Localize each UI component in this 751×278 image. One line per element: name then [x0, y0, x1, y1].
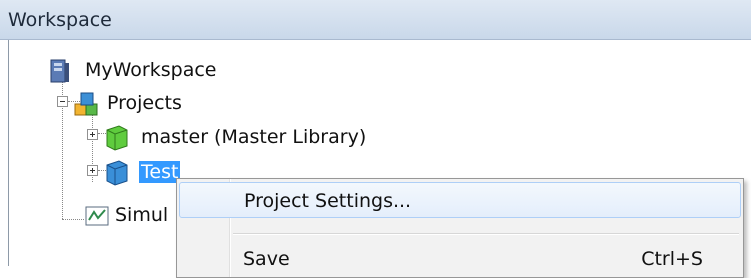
context-menu[interactable]: Project Settings... Save Ctrl+S — [176, 178, 744, 278]
menu-item-save[interactable]: Save Ctrl+S — [179, 241, 741, 277]
menu-item-project-settings[interactable]: Project Settings... — [179, 182, 741, 218]
tree-node-projects[interactable]: Projects — [53, 88, 253, 118]
tree-node-label: master (Master Library) — [141, 126, 367, 148]
collapse-toggle[interactable] — [57, 96, 68, 107]
tree-node-myworkspace[interactable]: MyWorkspace — [47, 55, 287, 85]
menu-item-label: Save — [243, 248, 290, 270]
panel-title: Workspace — [8, 9, 112, 31]
menu-separator — [233, 233, 739, 235]
tree-node-label: Projects — [107, 92, 182, 114]
workspace-panel-header: Workspace — [0, 0, 751, 40]
project-icon — [103, 159, 131, 187]
projects-icon — [73, 90, 101, 118]
menu-item-label: Project Settings... — [244, 190, 412, 212]
menu-item-shortcut: Ctrl+S — [641, 248, 703, 270]
simulation-icon — [83, 202, 111, 230]
tree-node-label: MyWorkspace — [85, 59, 217, 81]
workspace-icon — [47, 57, 75, 85]
tree-node-label: Test — [139, 161, 181, 183]
expand-toggle[interactable] — [87, 165, 98, 176]
tree-connector — [62, 219, 84, 220]
library-icon — [103, 124, 131, 152]
expand-toggle[interactable] — [87, 129, 98, 140]
tree-node-master[interactable]: master (Master Library) — [83, 122, 443, 152]
tree-node-label: Simul — [115, 204, 169, 226]
